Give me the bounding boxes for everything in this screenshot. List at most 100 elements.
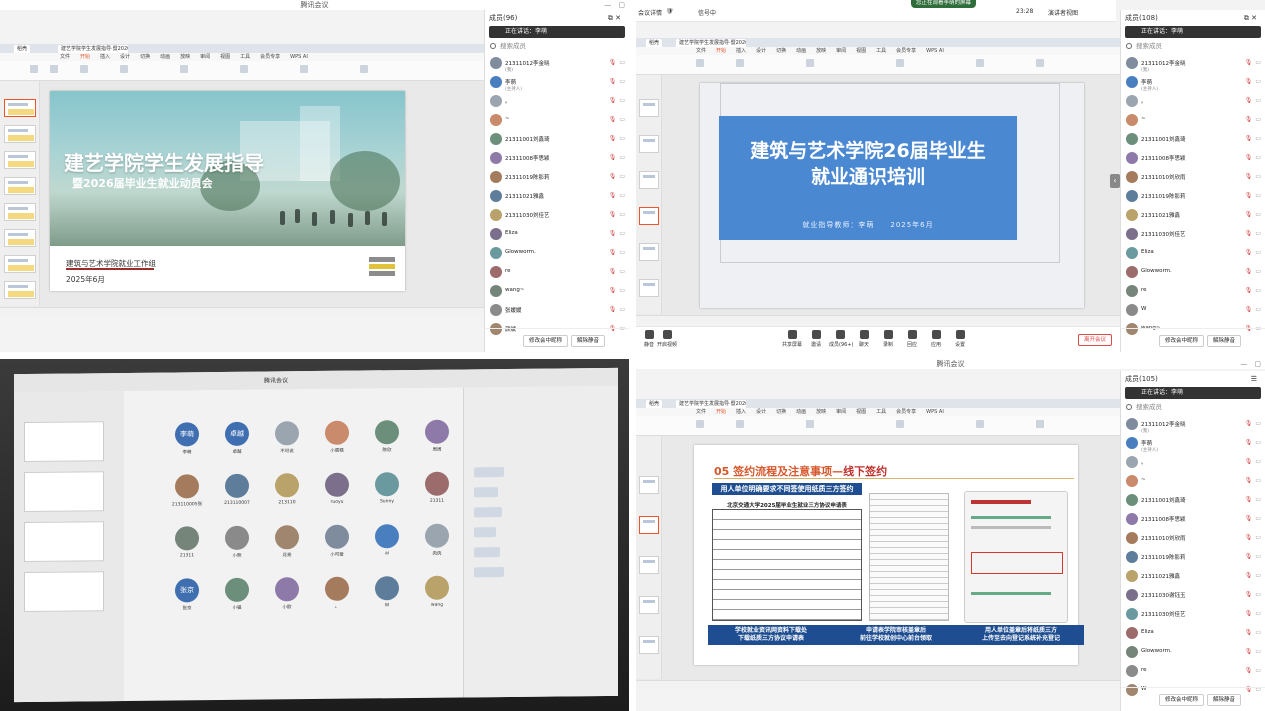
video-tile[interactable]: 小猫	[214, 577, 260, 620]
ppt-menu-item[interactable]: 工具	[876, 47, 886, 55]
camera-off-icon[interactable]: ▭	[1255, 154, 1261, 161]
mic-muted-icon[interactable]: 🎙	[1245, 572, 1253, 579]
ppt-menu-item[interactable]: 放映	[816, 408, 826, 416]
camera-off-icon[interactable]: ▭	[619, 249, 625, 256]
camera-off-icon[interactable]: ▭	[619, 306, 625, 313]
rename-button[interactable]: 修改会中昵称	[1159, 694, 1205, 706]
video-tile[interactable]: 李萌 李萌	[164, 422, 210, 464]
member-row[interactable]: 21311019陈影莉 🎙 ▭	[485, 168, 629, 187]
unmute-all-button[interactable]: 解除静音	[1207, 335, 1242, 347]
camera-off-icon[interactable]: ▭	[1255, 97, 1261, 104]
camera-off-icon[interactable]: ▭	[1255, 249, 1261, 256]
mic-muted-icon[interactable]: 🎙	[609, 268, 617, 275]
member-row[interactable]: 21311019陈影莉 🎙 ▭	[1121, 548, 1265, 567]
camera-off-icon[interactable]: ▭	[1255, 496, 1261, 503]
find-icon[interactable]	[1036, 59, 1044, 67]
camera-off-icon[interactable]: ▭	[619, 154, 625, 161]
camera-off-icon[interactable]: ▭	[1255, 591, 1261, 598]
ppt-tab-docer[interactable]: 稻壳	[646, 39, 663, 47]
camera-off-icon[interactable]: ▭	[619, 116, 625, 123]
mic-muted-icon[interactable]: 🎙	[609, 211, 617, 218]
slide-thumbnail[interactable]	[639, 636, 659, 654]
member-row[interactable]: Eliza 🎙 ▭	[1121, 624, 1265, 643]
toolbar-apps-button[interactable]: 应用	[925, 330, 947, 348]
video-tile[interactable]: 213110	[264, 473, 310, 515]
camera-off-icon[interactable]: ▭	[619, 135, 625, 142]
video-tile[interactable]: ruoyu	[314, 472, 360, 515]
ppt-menu-item[interactable]: 插入	[736, 408, 746, 416]
mic-muted-icon[interactable]: 🎙	[1245, 59, 1253, 66]
member-row[interactable]: 张媛媛 🎙 ▭	[485, 301, 629, 320]
ppt-menu-item[interactable]: 文件	[696, 47, 706, 55]
align-icon[interactable]	[896, 420, 904, 428]
slide-thumbnail[interactable]	[639, 207, 659, 225]
mic-muted-icon[interactable]: 🎙	[1245, 78, 1253, 85]
camera-off-icon[interactable]: ▭	[619, 192, 625, 199]
video-tile[interactable]: 21311	[164, 526, 210, 568]
new-slide-icon[interactable]	[736, 420, 744, 428]
paste-icon[interactable]	[696, 59, 704, 67]
toolbar-members-button[interactable]: 成员(96+)	[829, 330, 853, 348]
ppt-menu-item[interactable]: 审阅	[836, 47, 846, 55]
camera-off-icon[interactable]: ▭	[1255, 268, 1261, 275]
find-icon[interactable]	[1036, 420, 1044, 428]
toolbar-reaction-button[interactable]: 回应	[901, 330, 923, 348]
mic-muted-icon[interactable]: 🎙	[609, 287, 617, 294]
shape-icon[interactable]	[976, 59, 984, 67]
camera-off-icon[interactable]: ▭	[1255, 135, 1261, 142]
camera-off-icon[interactable]: ▭	[1255, 211, 1261, 218]
ppt-menu-item[interactable]: 视图	[220, 53, 230, 61]
camera-off-icon[interactable]: ▭	[1255, 439, 1261, 446]
mic-muted-icon[interactable]: 🎙	[609, 230, 617, 237]
member-row[interactable]: 21311030刘佳艺 🎙 ▭	[485, 206, 629, 225]
mic-muted-icon[interactable]: 🎙	[1245, 97, 1253, 104]
rename-button[interactable]: 修改会中昵称	[1159, 335, 1205, 347]
mic-muted-icon[interactable]: 🎙	[1245, 306, 1253, 313]
toolbar-share-screen-button[interactable]: 共享屏幕	[781, 330, 803, 348]
font-icon[interactable]	[806, 420, 814, 428]
camera-off-icon[interactable]: ▭	[1255, 610, 1261, 617]
video-tile[interactable]: Sunny	[364, 472, 410, 514]
mic-muted-icon[interactable]: 🎙	[609, 135, 617, 142]
video-tile[interactable]: wang	[414, 575, 460, 617]
slide-thumbnail[interactable]	[639, 476, 659, 494]
member-row[interactable]: Glowworm. 🎙 ▭	[485, 244, 629, 263]
mic-muted-icon[interactable]: 🎙	[1245, 591, 1253, 598]
toolbar-chat-button[interactable]: 聊天	[853, 330, 875, 348]
align-icon[interactable]	[240, 65, 248, 73]
mic-muted-icon[interactable]: 🎙	[1245, 610, 1253, 617]
mic-muted-icon[interactable]: 🎙	[1245, 135, 1253, 142]
member-row[interactable]: 21311021雅鑫 🎙 ▭	[1121, 206, 1265, 225]
mic-muted-icon[interactable]: 🎙	[609, 116, 617, 123]
camera-off-icon[interactable]: ▭	[1255, 173, 1261, 180]
slide-canvas[interactable]: 建艺学院学生发展指导 暨2026届毕业生就业动员会 建筑与艺术学院就业工作组 2…	[50, 91, 405, 291]
mic-muted-icon[interactable]: 🎙	[1245, 154, 1253, 161]
shape-icon[interactable]	[300, 65, 308, 73]
slide-thumbnail[interactable]	[4, 177, 36, 195]
panel-controls-icon[interactable]: ⧉ ✕	[1244, 10, 1257, 26]
ppt-menu-item[interactable]: 视图	[856, 47, 866, 55]
paste-icon[interactable]	[30, 65, 38, 73]
camera-off-icon[interactable]: ▭	[1255, 477, 1261, 484]
member-row[interactable]: re 🎙 ▭	[1121, 282, 1265, 301]
leave-meeting-button[interactable]: 离开会议	[1077, 334, 1112, 346]
mic-muted-icon[interactable]: 🎙	[1245, 534, 1253, 541]
window-controls[interactable]: — ▢	[1240, 359, 1261, 369]
mic-muted-icon[interactable]: 🎙	[1245, 648, 1253, 655]
member-row[interactable]: 21311008李思颖 🎙 ▭	[485, 149, 629, 168]
video-tile[interactable]: 小可爱	[314, 524, 360, 567]
camera-off-icon[interactable]: ▭	[1255, 572, 1261, 579]
mic-muted-icon[interactable]: 🎙	[1245, 249, 1253, 256]
window-controls[interactable]: — ▢	[604, 0, 625, 10]
camera-off-icon[interactable]: ▭	[619, 268, 625, 275]
video-tile[interactable]: 小熊	[214, 525, 260, 568]
mic-muted-icon[interactable]: 🎙	[1245, 667, 1253, 674]
video-tile[interactable]: 213110007	[214, 473, 260, 516]
mic-muted-icon[interactable]: 🎙	[1245, 173, 1253, 180]
member-row[interactable]: 21311021雅鑫 🎙 ▭	[1121, 567, 1265, 586]
slide-thumbnail[interactable]	[4, 125, 36, 143]
toolbar-settings-button[interactable]: 设置	[949, 330, 971, 348]
ppt-menu-item[interactable]: 插入	[100, 53, 110, 61]
mic-muted-icon[interactable]: 🎙	[609, 78, 617, 85]
cut-icon[interactable]	[50, 65, 58, 73]
